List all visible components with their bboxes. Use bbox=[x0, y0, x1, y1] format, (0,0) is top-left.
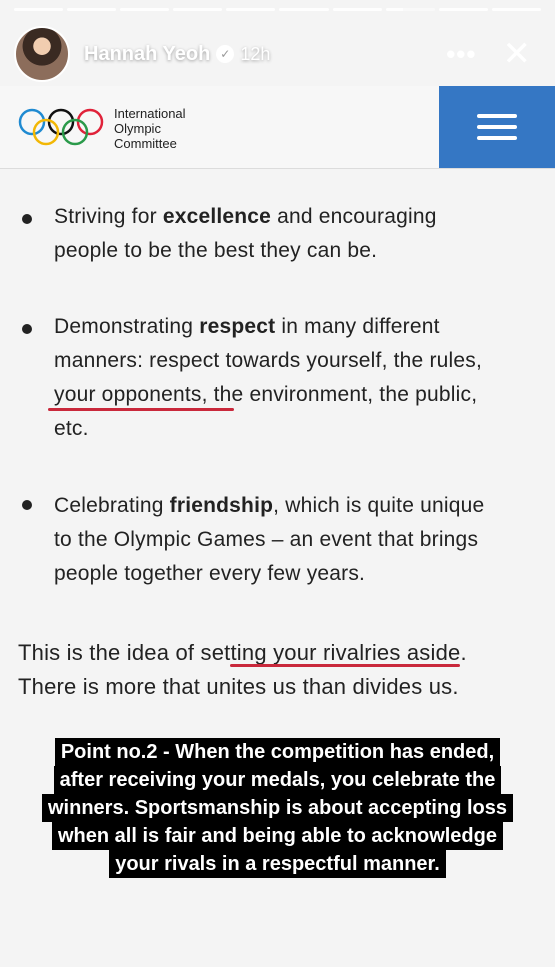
text-line: Celebrating friendship, which is quite u… bbox=[54, 494, 485, 517]
bullet-excellence: Striving for excellence and encouraging … bbox=[54, 200, 535, 268]
text-line: to the Olympic Games – an event that bri… bbox=[54, 528, 479, 551]
bullet-respect: Demonstrating respect in many different … bbox=[54, 310, 535, 446]
post-time: 12h bbox=[240, 43, 271, 64]
bullet-dot bbox=[22, 500, 32, 510]
text-line: Demonstrating respect in many different bbox=[54, 315, 440, 338]
menu-bar bbox=[477, 136, 517, 140]
text-line: your opponents, the environment, the pub… bbox=[54, 383, 478, 406]
caption-line: when all is fair and being able to ackno… bbox=[52, 822, 503, 850]
handdrawn-underline bbox=[48, 408, 234, 411]
story-progress bbox=[14, 8, 541, 11]
progress-segment bbox=[67, 8, 117, 11]
progress-segment bbox=[173, 8, 223, 11]
menu-bar bbox=[477, 114, 517, 118]
progress-segment bbox=[14, 8, 64, 11]
hamburger-menu-button[interactable] bbox=[439, 86, 555, 168]
caption-line: after receiving your medals, you celebra… bbox=[53, 766, 502, 794]
caption-line: your rivals in a respectful manner. bbox=[109, 850, 446, 878]
ioc-logo-text: International Olympic Committee bbox=[114, 106, 186, 151]
story-frame: Hannah Yeoh ✓ 12h ••• ✕ International Ol… bbox=[0, 0, 555, 967]
closing-paragraph: This is the idea of setting your rivalri… bbox=[18, 636, 537, 704]
progress-segment bbox=[120, 8, 170, 11]
progress-segment bbox=[279, 8, 329, 11]
olympic-rings-icon bbox=[18, 108, 104, 146]
bullet-dot bbox=[22, 324, 32, 334]
avatar[interactable] bbox=[14, 26, 70, 82]
progress-segment bbox=[491, 8, 541, 11]
bullet-dot bbox=[22, 214, 32, 224]
text-line: Striving for excellence and encouraging bbox=[54, 205, 437, 228]
story-caption-overlay: Point no.2 - When the competition has en… bbox=[0, 738, 555, 878]
progress-segment bbox=[438, 8, 488, 11]
text-line: etc. bbox=[54, 417, 89, 440]
caption-line: winners. Sportsmanship is about acceptin… bbox=[42, 794, 513, 822]
ioc-line: International bbox=[114, 106, 186, 121]
menu-bar bbox=[477, 125, 517, 129]
text-line: people to be the best they can be. bbox=[54, 239, 378, 262]
text-line: people together every few years. bbox=[54, 562, 366, 585]
caption-line: Point no.2 - When the competition has en… bbox=[54, 738, 501, 766]
close-icon[interactable]: ✕ bbox=[503, 37, 532, 71]
story-header: Hannah Yeoh ✓ 12h ••• ✕ bbox=[14, 24, 541, 84]
bullet-friendship: Celebrating friendship, which is quite u… bbox=[54, 489, 535, 591]
ioc-line: Committee bbox=[114, 136, 177, 151]
more-options-icon[interactable]: ••• bbox=[446, 39, 476, 70]
progress-segment bbox=[226, 8, 276, 11]
ioc-line: Olympic bbox=[114, 121, 161, 136]
ioc-header: International Olympic Committee bbox=[0, 86, 555, 169]
text-line: There is more that unites us than divide… bbox=[18, 674, 459, 699]
handdrawn-underline bbox=[230, 664, 460, 667]
verified-badge-icon: ✓ bbox=[216, 45, 235, 63]
text-line: manners: respect towards yourself, the r… bbox=[54, 349, 483, 372]
username[interactable]: Hannah Yeoh bbox=[84, 43, 210, 66]
progress-segment-current bbox=[385, 8, 435, 11]
progress-segment bbox=[332, 8, 382, 11]
